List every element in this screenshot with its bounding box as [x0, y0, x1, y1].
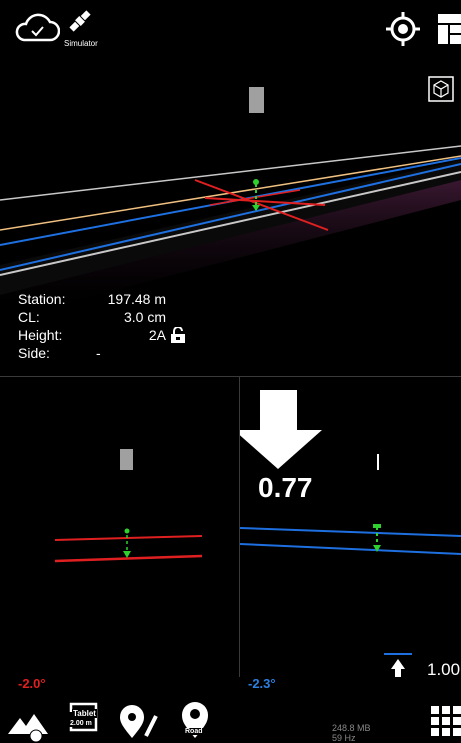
- lock-open-icon[interactable]: [170, 327, 186, 343]
- cut-fill-value: 0.77: [258, 472, 313, 503]
- top-bar: Simulator: [0, 0, 461, 60]
- memory-usage: 248.8 MB: [332, 723, 371, 733]
- machine-marker: [249, 87, 264, 113]
- side-label: Side:: [18, 345, 50, 361]
- location-edit-icon[interactable]: [118, 704, 160, 742]
- tablet-button[interactable]: Tablet 2.00 m: [66, 700, 100, 732]
- position-info: Station: 197.48 m CL: 3.0 cm Height: 2A Sid…: [18, 290, 185, 362]
- down-arrow-icon: [234, 390, 322, 469]
- side-value: -: [96, 345, 101, 361]
- grade-scene: [234, 390, 461, 684]
- road-label: Road: [184, 728, 204, 735]
- grade-angle: -2.3°: [248, 676, 276, 691]
- station-value: 197.48 m: [107, 291, 166, 307]
- design-line: [54, 554, 203, 563]
- simulator-label: Simulator: [64, 39, 98, 48]
- cross-slope-scene: [54, 449, 203, 563]
- road-button[interactable]: Road: [180, 700, 210, 740]
- machine-marker: [120, 449, 133, 470]
- cube-icon[interactable]: [428, 76, 454, 102]
- tablet-label: Tablet: [72, 709, 97, 718]
- cloud-check-icon[interactable]: [14, 10, 60, 44]
- bottom-toolbar: Tablet 2.00 m Road: [0, 690, 461, 742]
- tablet-value: 2.00 m: [69, 720, 93, 727]
- cl-label: CL:: [18, 309, 40, 325]
- design-line: [54, 535, 203, 541]
- cross-slope-angle: -2.0°: [18, 676, 46, 691]
- cl-value: 3.0 cm: [123, 309, 166, 325]
- design-line: [239, 543, 461, 555]
- satellite-icon[interactable]: [67, 8, 93, 34]
- target-icon[interactable]: [386, 12, 420, 46]
- cross-slope-panel[interactable]: -2.0°: [0, 377, 239, 691]
- status-readout: 248.8 MB 59 Hz: [332, 723, 371, 743]
- up-arrow-icon: [391, 659, 405, 680]
- height-value: 2A: [148, 327, 166, 343]
- layout-icon[interactable]: [436, 12, 461, 46]
- grid-icon[interactable]: [431, 706, 461, 738]
- grade-panel[interactable]: -2.3° 1.00: [234, 377, 461, 691]
- design-line: [239, 527, 461, 537]
- height-label: Height:: [18, 327, 63, 343]
- station-label: Station:: [18, 291, 66, 307]
- terrain-icon[interactable]: [8, 706, 48, 742]
- offset-value: 1.00: [427, 660, 461, 679]
